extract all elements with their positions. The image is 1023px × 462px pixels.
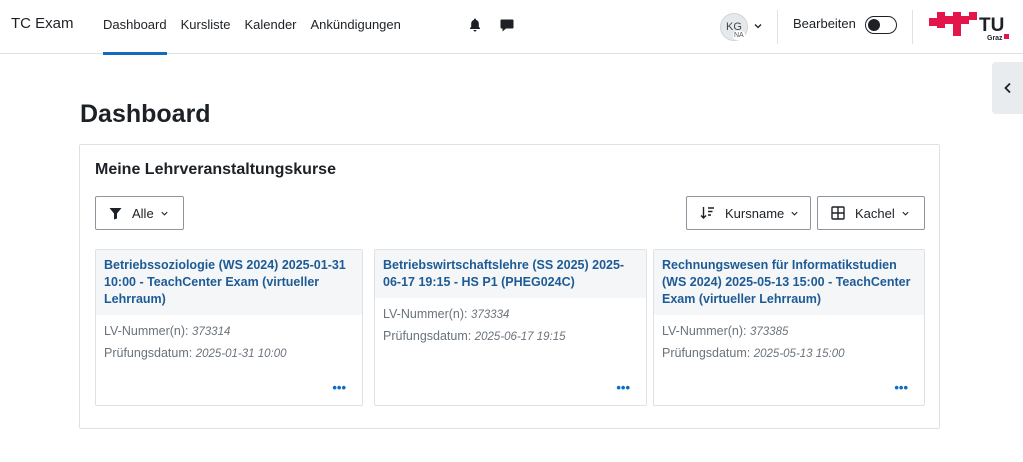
nav-item-dashboard[interactable]: Dashboard (103, 0, 167, 55)
date-value: 2025-01-31 10:00 (195, 348, 287, 360)
view-dropdown[interactable]: Kachel (817, 196, 925, 230)
course-details: LV-Nummer(n): 373334 Prüfungsdatum: 2025… (375, 298, 646, 354)
open-drawer-button[interactable] (992, 62, 1023, 114)
sort-dropdown[interactable]: Kursname (686, 196, 811, 230)
sort-label: Kursname (725, 205, 785, 221)
course-card: Rechnungswesen für Informatikstudien (WS… (653, 249, 925, 406)
top-navbar: TC Exam Dashboard Kursliste Kalender Ank… (0, 0, 1023, 55)
primary-navigation: Dashboard Kursliste Kalender Ankündigung… (103, 0, 415, 55)
chevron-down-icon[interactable] (753, 21, 763, 31)
chevron-down-icon (161, 211, 168, 216)
nav-item-ankuendigungen[interactable]: Ankündigungen (311, 0, 401, 54)
bell-icon[interactable] (467, 17, 483, 33)
course-details: LV-Nummer(n): 373385 Prüfungsdatum: 2025… (654, 315, 924, 371)
course-details: LV-Nummer(n): 373314 Prüfungsdatum: 2025… (96, 315, 362, 371)
course-actions-menu[interactable]: ••• (616, 380, 630, 395)
course-title-link[interactable]: Rechnungswesen für Informatikstudien (WS… (654, 250, 924, 315)
lv-value: 373334 (471, 309, 510, 321)
filter-dropdown[interactable]: Alle (95, 196, 184, 230)
lv-label: LV-Nummer(n): (662, 324, 747, 338)
grid-icon (831, 206, 845, 220)
site-name[interactable]: TC Exam (11, 15, 74, 32)
course-lv-row: LV-Nummer(n): 373334 (383, 304, 638, 326)
courses-block: Meine Lehrveranstaltungskurse Alle Kursn… (79, 144, 940, 429)
chevron-down-icon (902, 211, 909, 216)
sort-icon (700, 207, 714, 219)
lv-value: 373314 (192, 326, 231, 338)
date-label: Prüfungsdatum: (104, 346, 193, 360)
course-title-link[interactable]: Betriebssoziologie (WS 2024) 2025-01-31 … (96, 250, 362, 315)
date-value: 2025-06-17 19:15 (474, 331, 566, 343)
chevron-left-icon (1003, 82, 1011, 94)
date-label: Prüfungsdatum: (662, 346, 751, 360)
page-title: Dashboard (80, 100, 211, 128)
avatar-badge: NA (733, 31, 745, 40)
tu-graz-logo[interactable]: TU Graz (929, 12, 1011, 42)
filter-label: Alle (132, 205, 154, 221)
course-actions-menu[interactable]: ••• (894, 380, 908, 395)
view-label: Kachel (855, 205, 895, 221)
logo-text: TU (979, 15, 1004, 36)
course-lv-row: LV-Nummer(n): 373314 (104, 321, 354, 343)
date-label: Prüfungsdatum: (383, 329, 472, 343)
divider (912, 10, 913, 44)
divider (777, 10, 778, 44)
course-lv-row: LV-Nummer(n): 373385 (662, 321, 916, 343)
toggle-knob (868, 18, 880, 31)
lv-value: 373385 (750, 326, 789, 338)
lv-label: LV-Nummer(n): (383, 307, 468, 321)
nav-item-kursliste[interactable]: Kursliste (181, 0, 231, 54)
course-title-link[interactable]: Betriebswirtschaftslehre (SS 2025) 2025-… (375, 250, 646, 298)
chevron-down-icon (791, 211, 798, 216)
course-date-row: Prüfungsdatum: 2025-05-13 15:00 (662, 343, 916, 365)
course-actions-menu[interactable]: ••• (332, 380, 346, 395)
course-date-row: Prüfungsdatum: 2025-06-17 19:15 (383, 326, 638, 348)
logo-subtext: Graz (987, 35, 1003, 42)
lv-label: LV-Nummer(n): (104, 324, 189, 338)
block-title: Meine Lehrveranstaltungskurse (95, 161, 336, 178)
date-value: 2025-05-13 15:00 (753, 348, 845, 360)
course-card: Betriebssoziologie (WS 2024) 2025-01-31 … (95, 249, 363, 406)
edit-mode-toggle[interactable] (865, 16, 897, 34)
nav-item-kalender[interactable]: Kalender (244, 0, 296, 54)
course-card: Betriebswirtschaftslehre (SS 2025) 2025-… (374, 249, 647, 406)
course-date-row: Prüfungsdatum: 2025-01-31 10:00 (104, 343, 354, 365)
chat-icon[interactable] (499, 17, 515, 33)
edit-mode-label: Bearbeiten (793, 16, 856, 31)
filter-icon (109, 207, 122, 219)
